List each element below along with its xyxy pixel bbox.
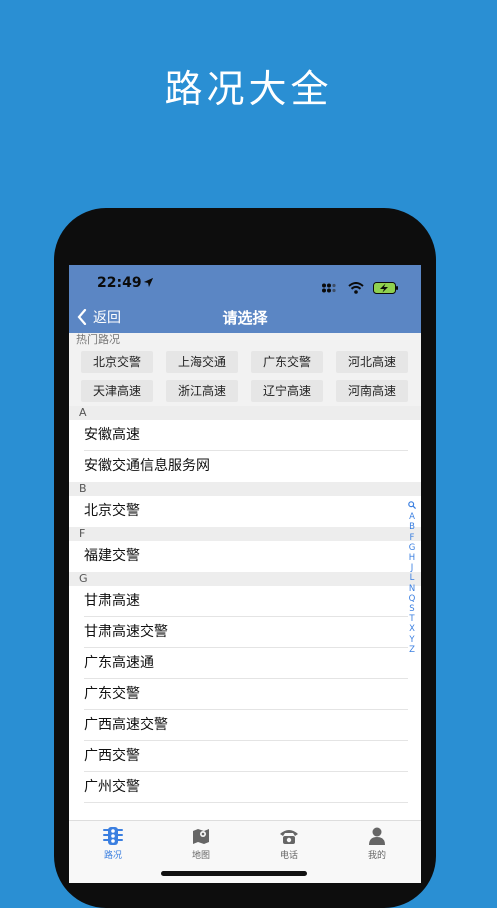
battery-charging-icon xyxy=(373,281,398,294)
index-letter-b[interactable]: B xyxy=(406,522,418,532)
list-item[interactable]: 安徽高速 xyxy=(69,420,421,451)
home-indicator xyxy=(161,871,307,876)
hot-chip-henan-highway[interactable]: 河南高速 xyxy=(336,380,408,402)
location-arrow-icon xyxy=(143,277,154,288)
list-item[interactable]: 广西交警 xyxy=(69,741,421,772)
index-search-icon[interactable] xyxy=(406,501,418,512)
page-title: 请选择 xyxy=(222,309,268,327)
index-letter-n[interactable]: N xyxy=(406,584,418,594)
traffic-light-icon xyxy=(103,827,123,845)
hot-routes-grid: 北京交警 上海交通 广东交警 河北高速 天津高速 浙江高速 辽宁高速 河南高速 xyxy=(69,347,421,406)
list-item[interactable]: 广东高速通 xyxy=(69,648,421,679)
index-letter-z[interactable]: Z xyxy=(406,645,418,655)
status-time: 22:49 xyxy=(97,275,142,291)
section-header-a: A xyxy=(69,406,421,420)
index-letter-h[interactable]: H xyxy=(406,553,418,563)
list-item[interactable]: 北京交警 xyxy=(69,496,421,527)
list-item[interactable]: 甘肃高速 xyxy=(69,586,421,617)
cellular-signal-icon xyxy=(321,283,336,292)
list-item[interactable]: 甘肃高速交警 xyxy=(69,617,421,648)
index-letter-t[interactable]: T xyxy=(406,614,418,624)
hot-chip-zhejiang-highway[interactable]: 浙江高速 xyxy=(166,380,238,402)
tab-traffic[interactable]: 路况 xyxy=(69,821,157,883)
hot-chip-hebei-highway[interactable]: 河北高速 xyxy=(336,351,408,373)
section-header-g: G xyxy=(69,572,421,586)
app-screen: 22:49 返回 请选择 热门路况 北京交警 上海交通 广东交警 河北高速 天津… xyxy=(69,265,421,883)
index-letter-f[interactable]: F xyxy=(406,533,418,543)
phone-icon xyxy=(280,830,298,844)
index-letter-y[interactable]: Y xyxy=(406,635,418,645)
hot-chip-tianjin-highway[interactable]: 天津高速 xyxy=(81,380,153,402)
index-letter-g[interactable]: G xyxy=(406,543,418,553)
profile-icon xyxy=(369,827,385,845)
list-item[interactable]: 安徽交通信息服务网 xyxy=(69,451,421,482)
section-header-b: B xyxy=(69,482,421,496)
tab-label: 地图 xyxy=(191,851,210,861)
alphabet-index-bar[interactable]: A B F G H J L N Q S T X Y Z xyxy=(406,501,418,655)
index-letter-x[interactable]: X xyxy=(406,624,418,634)
index-letter-l[interactable]: L xyxy=(406,573,418,583)
index-letter-a[interactable]: A xyxy=(406,512,418,522)
index-letter-s[interactable]: S xyxy=(406,604,418,614)
tab-label: 我的 xyxy=(367,851,386,861)
hot-chip-guangdong-police[interactable]: 广东交警 xyxy=(251,351,323,373)
hot-section-header: 热门路况 xyxy=(69,333,421,347)
tab-profile[interactable]: 我的 xyxy=(333,821,421,883)
hot-chip-beijing-police[interactable]: 北京交警 xyxy=(81,351,153,373)
section-header-f: F xyxy=(69,527,421,541)
list-item[interactable]: 广州交警 xyxy=(69,772,421,803)
map-icon xyxy=(193,829,209,844)
search-icon xyxy=(408,501,416,509)
tab-label: 电话 xyxy=(279,851,298,861)
list-item[interactable]: 广西高速交警 xyxy=(69,710,421,741)
navigation-bar: 返回 请选择 xyxy=(69,301,421,333)
status-bar: 22:49 xyxy=(69,265,421,301)
route-list[interactable]: 热门路况 北京交警 上海交通 广东交警 河北高速 天津高速 浙江高速 辽宁高速 … xyxy=(69,333,421,819)
wifi-icon xyxy=(348,281,364,294)
hot-row: 天津高速 浙江高速 辽宁高速 河南高速 xyxy=(81,380,421,402)
list-item[interactable]: 福建交警 xyxy=(69,541,421,572)
status-icons xyxy=(321,277,399,296)
tab-label: 路况 xyxy=(103,851,122,861)
hot-row: 北京交警 上海交通 广东交警 河北高速 xyxy=(81,351,421,373)
index-letter-q[interactable]: Q xyxy=(406,594,418,604)
index-letter-j[interactable]: J xyxy=(406,563,418,573)
list-item[interactable]: 广东交警 xyxy=(69,679,421,710)
hot-chip-liaoning-highway[interactable]: 辽宁高速 xyxy=(251,380,323,402)
promo-title: 路况大全 xyxy=(164,67,333,111)
hot-chip-shanghai-traffic[interactable]: 上海交通 xyxy=(166,351,238,373)
